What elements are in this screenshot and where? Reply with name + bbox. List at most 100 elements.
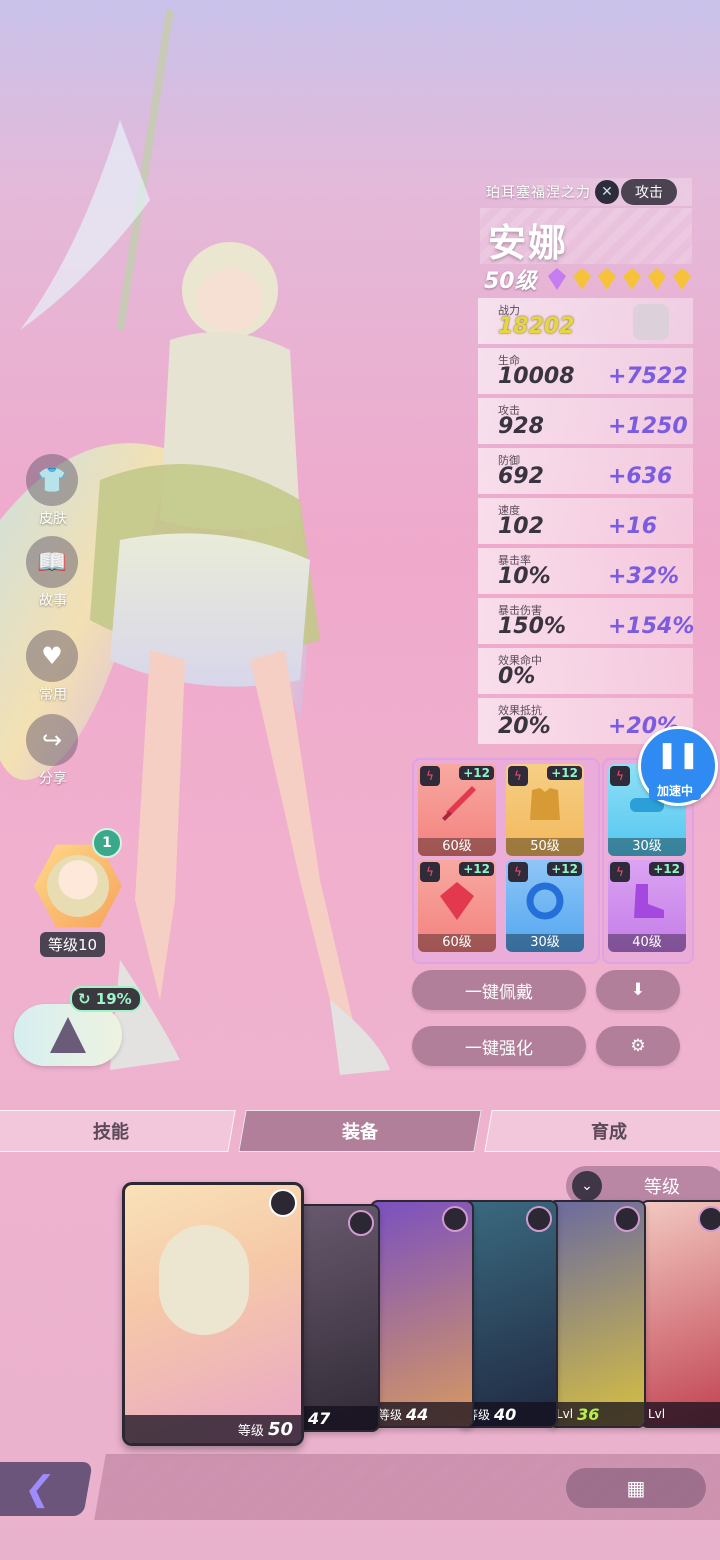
enhance-badge: +12	[547, 766, 582, 780]
bolt-icon: ϟ	[508, 862, 528, 882]
purple-gem-icon	[547, 268, 566, 290]
skin-label: 皮肤	[39, 511, 67, 527]
bolt-icon: ϟ	[508, 766, 528, 786]
character-name: 安娜	[488, 221, 569, 265]
skin-button[interactable]: 👕 皮肤	[26, 454, 80, 528]
selected-hero-card[interactable]: 等级 50	[122, 1182, 304, 1446]
star-gem-icon	[672, 268, 691, 290]
gear-icon: ⚙	[630, 1036, 646, 1056]
back-button[interactable]: ❮	[0, 1462, 93, 1516]
stat-row-defense: 防御 692 +636	[478, 448, 693, 494]
stat-value: 928	[498, 414, 544, 439]
tab-growth[interactable]: 育成	[484, 1110, 720, 1152]
tab-skills[interactable]: 技能	[0, 1110, 236, 1152]
faction-bar: 珀耳塞福涅之力 ✕ 攻击	[480, 178, 692, 206]
stat-row-crit-rate: 暴击率 10% +32%	[478, 548, 693, 594]
stat-bonus: +7522	[608, 364, 688, 389]
stat-value: 18202	[498, 314, 575, 339]
unequip-button[interactable]: ⬇	[596, 970, 680, 1010]
equip-slot-boots[interactable]: ϟ +12 40级	[608, 860, 686, 952]
hero-level: Lvl 36	[550, 1402, 644, 1426]
stat-bonus: +32%	[608, 564, 680, 589]
stat-bonus: +1250	[608, 414, 688, 439]
equip-level: 50级	[506, 838, 584, 856]
faction-icon	[526, 1206, 552, 1232]
settings-button[interactable]: ⚙	[596, 1026, 680, 1066]
boots-icon	[634, 884, 664, 918]
stat-bonus: +636	[608, 464, 673, 489]
chevron-down-icon: ⌄	[572, 1171, 602, 1201]
stat-row-power[interactable]: 战力 18202	[478, 298, 693, 344]
arrow-down-icon: ⬇	[630, 980, 646, 1000]
faction-icon	[614, 1206, 640, 1232]
bolt-icon: ϟ	[610, 766, 630, 786]
speedup-label: 加速中	[649, 781, 702, 800]
hero-level: Lvl	[642, 1402, 720, 1426]
avatar-rank-badge: 1	[92, 828, 122, 858]
share-button[interactable]: ↪ 分享	[26, 714, 80, 788]
equip-slot-weapon[interactable]: ϟ +12 60级	[418, 764, 496, 856]
stat-value: 692	[498, 464, 544, 489]
equip-level: 60级	[418, 838, 496, 856]
equip-level: 30级	[608, 838, 686, 856]
faction-icon	[442, 1206, 468, 1232]
enhance-all-button[interactable]: 一键强化	[412, 1026, 586, 1066]
avatar-level: 等级10	[40, 932, 106, 957]
shirt-icon: 👕	[26, 454, 78, 506]
profile-avatar[interactable]: 1	[28, 828, 128, 942]
stat-value: 102	[498, 514, 544, 539]
tab-equipment[interactable]: 装备	[238, 1110, 482, 1152]
stat-value: 10%	[498, 564, 551, 589]
stat-bonus: +16	[608, 514, 658, 539]
stat-value: 20%	[498, 714, 551, 739]
hero-card[interactable]: Lvl 36	[548, 1200, 646, 1428]
stat-row-crit-damage: 暴击伤害 150% +154%	[478, 598, 694, 644]
pause-icon: ❚❚	[656, 740, 700, 770]
story-label: 故事	[39, 593, 67, 609]
stat-row-speed: 速度 102 +16	[478, 498, 693, 544]
enhance-badge: +12	[649, 862, 684, 876]
equip-slot-necklace[interactable]: ϟ +12 30级	[506, 860, 584, 952]
stat-value: 150%	[498, 614, 566, 639]
equip-level: 30级	[506, 934, 584, 952]
tab-label: 育成	[591, 1122, 627, 1143]
sword-icon	[442, 786, 476, 821]
star-gem-icon	[597, 268, 616, 290]
book-icon: 📖	[26, 536, 78, 588]
hero-portrait	[159, 1225, 249, 1335]
equip-all-button[interactable]: 一键佩戴	[412, 970, 586, 1010]
favorite-button[interactable]: ♥ 常用	[26, 630, 80, 704]
ring-icon	[440, 882, 474, 920]
equip-level: 60级	[418, 934, 496, 952]
equip-slot-ring[interactable]: ϟ +12 60级	[418, 860, 496, 952]
speedup-pause-button[interactable]: ❚❚ 加速中	[638, 726, 718, 806]
equip-level: 40级	[608, 934, 686, 952]
stat-value: 0%	[498, 664, 536, 689]
hooded-figure-icon	[50, 1017, 86, 1053]
stat-value: 10008	[498, 364, 575, 389]
bolt-icon: ϟ	[610, 862, 630, 882]
share-icon: ↪	[26, 714, 78, 766]
stat-row-attack: 攻击 928 +1250	[478, 398, 693, 444]
equip-slot-armor[interactable]: ϟ +12 50级	[506, 764, 584, 856]
faction-name: 珀耳塞福涅之力	[486, 185, 591, 201]
hero-card[interactable]: Lvl	[640, 1200, 720, 1428]
stat-row-effect-hit: 效果命中 0%	[478, 648, 693, 694]
tab-label: 技能	[93, 1122, 129, 1143]
faction-emblem-icon: ✕	[595, 180, 619, 204]
enhance-badge: +12	[459, 862, 494, 876]
faction-emblem-icon	[269, 1189, 297, 1217]
hero-level: 等级 40	[460, 1402, 556, 1426]
story-button[interactable]: 📖 故事	[26, 536, 80, 610]
character-name-bar: 安娜	[480, 208, 692, 265]
enhance-badge: +12	[459, 766, 494, 780]
grid-view-button[interactable]: ▦	[566, 1468, 706, 1508]
star-gem-icon	[622, 268, 641, 290]
heart-icon: ♥	[26, 630, 78, 682]
hero-card[interactable]: 等级 44	[370, 1200, 474, 1428]
bolt-icon: ϟ	[420, 862, 440, 882]
summon-button[interactable]	[14, 1004, 122, 1066]
boost-percent: ↻ 19%	[70, 986, 142, 1012]
sort-label: 等级	[644, 1177, 680, 1198]
faction-icon	[348, 1210, 374, 1236]
